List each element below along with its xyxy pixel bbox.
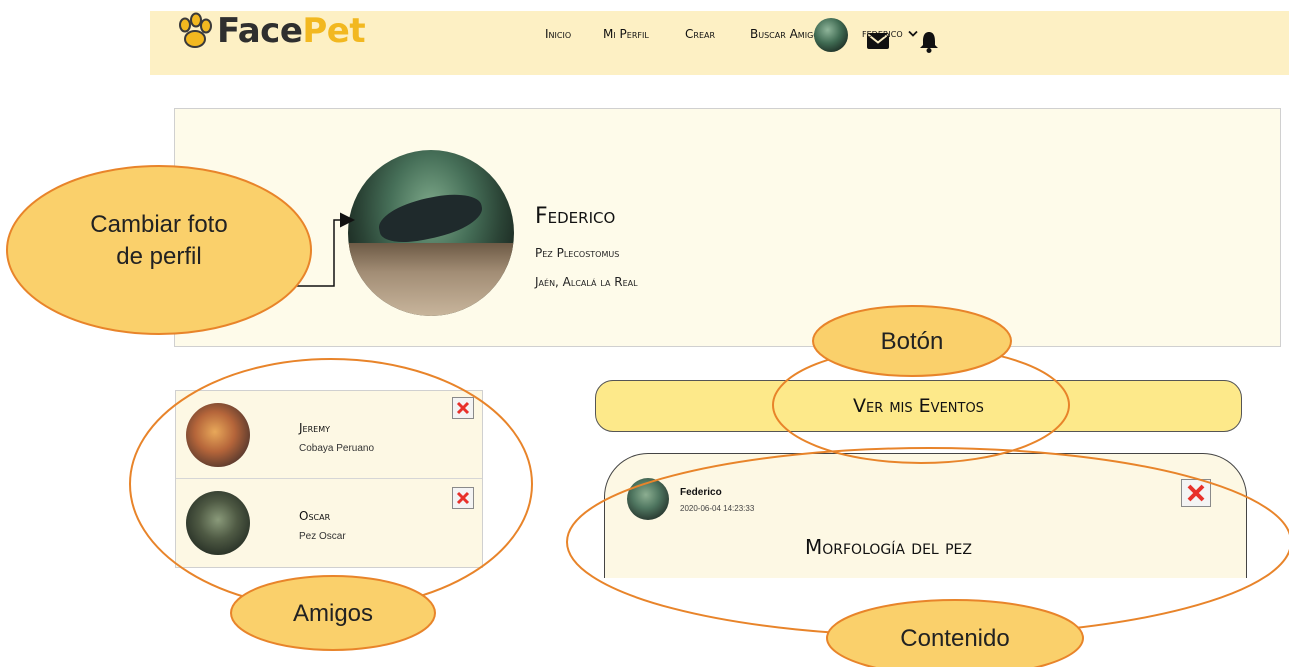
callout-contenido-label: Contenido: [900, 625, 1010, 652]
post-card: [604, 453, 1247, 578]
callout-amigos-label: Amigos: [292, 600, 374, 627]
friend-name: Jeremy: [299, 421, 330, 435]
nav-link-mi-perfil[interactable]: Mi Perfil: [603, 27, 649, 41]
paw-icon: [179, 12, 212, 48]
nav-link-inicio[interactable]: Inicio: [545, 27, 571, 41]
friend-description: Cobaya Peruano: [299, 443, 375, 454]
profile-card: [174, 108, 1281, 347]
facepet-logo[interactable]: FacePet: [175, 11, 366, 51]
close-icon: [456, 401, 470, 415]
delete-post-button[interactable]: [1181, 479, 1211, 507]
friend-avatar: [186, 491, 250, 555]
post-author-avatar[interactable]: [627, 478, 669, 520]
friend-row[interactable]: Jeremy Cobaya Peruano: [176, 391, 482, 479]
close-icon: [1187, 484, 1205, 502]
callout-change-photo-label: Cambiar foto de perfil: [90, 211, 228, 271]
user-name: federico: [862, 27, 903, 40]
profile-photo[interactable]: [348, 150, 514, 316]
friend-avatar: [186, 403, 250, 467]
callout-boton-label: Botón: [880, 328, 944, 355]
friend-row[interactable]: Oscar Pez Oscar: [176, 479, 482, 567]
friends-panel: Jeremy Cobaya Peruano Oscar Pez Oscar: [175, 390, 483, 568]
remove-friend-button[interactable]: [452, 487, 474, 509]
bell-icon[interactable]: [919, 31, 939, 53]
chevron-down-icon: [908, 30, 918, 37]
nav-link-crear[interactable]: Crear: [685, 27, 715, 41]
post-title: Morfología del pez: [805, 535, 972, 559]
remove-friend-button[interactable]: [452, 397, 474, 419]
close-icon: [456, 491, 470, 505]
brand-name: FacePet: [217, 11, 366, 51]
view-events-button[interactable]: Ver mis Eventos: [595, 380, 1242, 432]
profile-name: Federico: [535, 204, 616, 229]
user-menu[interactable]: federico: [862, 27, 918, 40]
profile-location: Jaén, Alcalá la Real: [535, 275, 638, 289]
photo-gravel: [348, 242, 514, 316]
profile-species: Pez Plecostomus: [535, 246, 620, 260]
user-avatar[interactable]: [814, 18, 848, 52]
friend-description: Pez Oscar: [299, 531, 346, 542]
post-date: 2020-06-04 14:23:33: [680, 504, 755, 513]
photo-fish: [374, 187, 487, 249]
friend-name: Oscar: [299, 509, 331, 523]
post-author: Federico: [680, 487, 722, 498]
